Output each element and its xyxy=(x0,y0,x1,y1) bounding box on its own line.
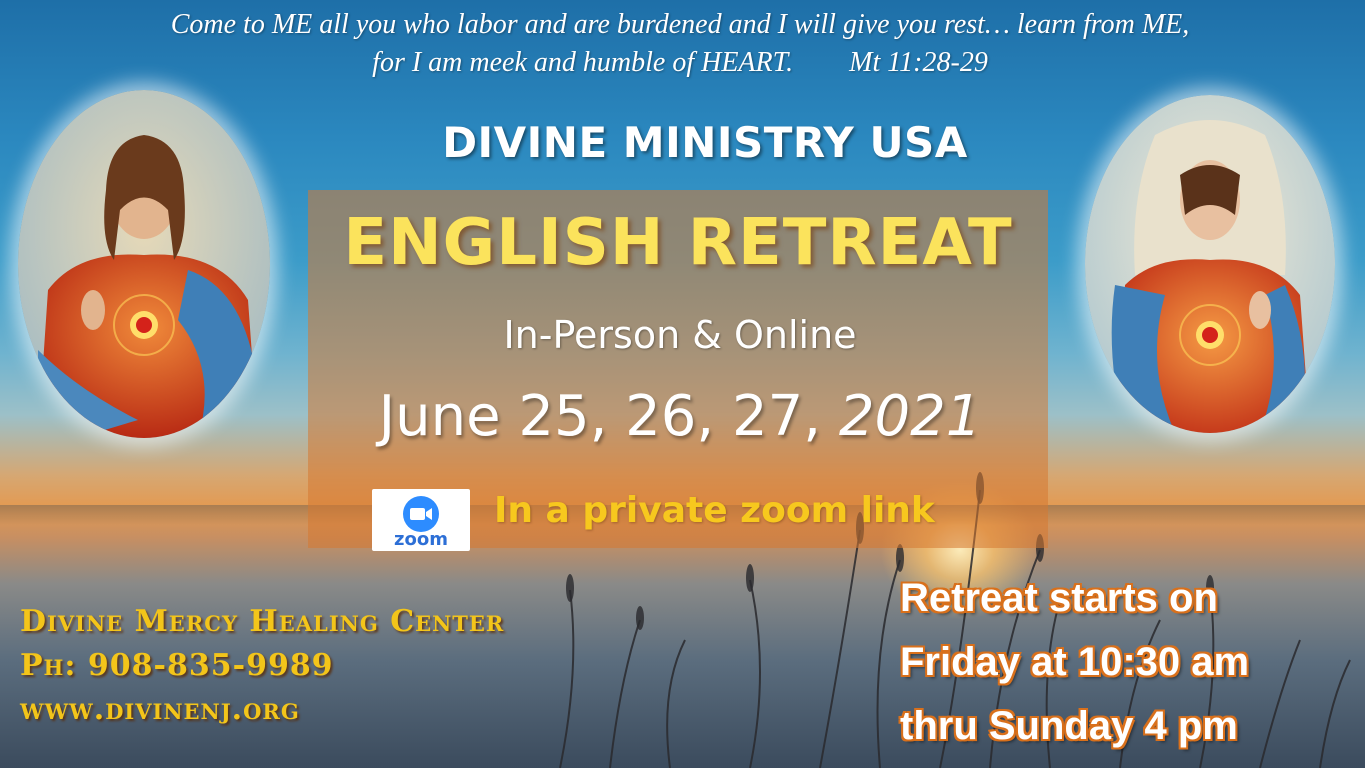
schedule-info: Retreat starts on Friday at 10:30 am thr… xyxy=(900,566,1350,758)
immaculate-heart-mary-image xyxy=(1085,95,1335,433)
scripture-line-2: for I am meek and humble of HEART. Mt 11:… xyxy=(30,44,1330,82)
zoom-camera-icon xyxy=(403,496,439,532)
retreat-flyer: Come to ME all you who labor and are bur… xyxy=(0,0,1365,768)
event-dates: June 25, 26, 27, 2021 xyxy=(330,384,1030,449)
contact-info: Divine Mercy Healing Center Ph: 908-835-… xyxy=(20,600,620,732)
sacred-heart-jesus-image xyxy=(18,90,270,438)
organization-name: DIVINE MINISTRY USA xyxy=(442,118,968,167)
event-mode: In-Person & Online xyxy=(503,313,857,357)
website: www.divinenj.org xyxy=(20,692,300,727)
event-year: 2021 xyxy=(838,384,982,449)
schedule-line-3: thru Sunday 4 pm xyxy=(900,704,1238,748)
scripture-quote: Come to ME all you who labor and are bur… xyxy=(30,6,1330,82)
zoom-logo-text: zoom xyxy=(394,529,448,550)
schedule-line-1: Retreat starts on xyxy=(900,576,1218,620)
scripture-reference: Mt 11:28-29 xyxy=(849,47,988,78)
event-title: ENGLISH RETREAT xyxy=(343,206,1013,280)
zoom-logo: zoom xyxy=(372,489,470,551)
event-dates-days: June 25, 26, 27, xyxy=(378,384,839,449)
zoom-note: In a private zoom link xyxy=(494,490,935,531)
scripture-line-1: Come to ME all you who labor and are bur… xyxy=(170,9,1190,40)
scripture-line-2-text: for I am meek and humble of HEART. xyxy=(372,47,794,78)
schedule-line-2: Friday at 10:30 am xyxy=(900,640,1250,684)
center-name: Divine Mercy Healing Center xyxy=(20,604,505,639)
phone-number: Ph: 908-835-9989 xyxy=(20,648,334,683)
